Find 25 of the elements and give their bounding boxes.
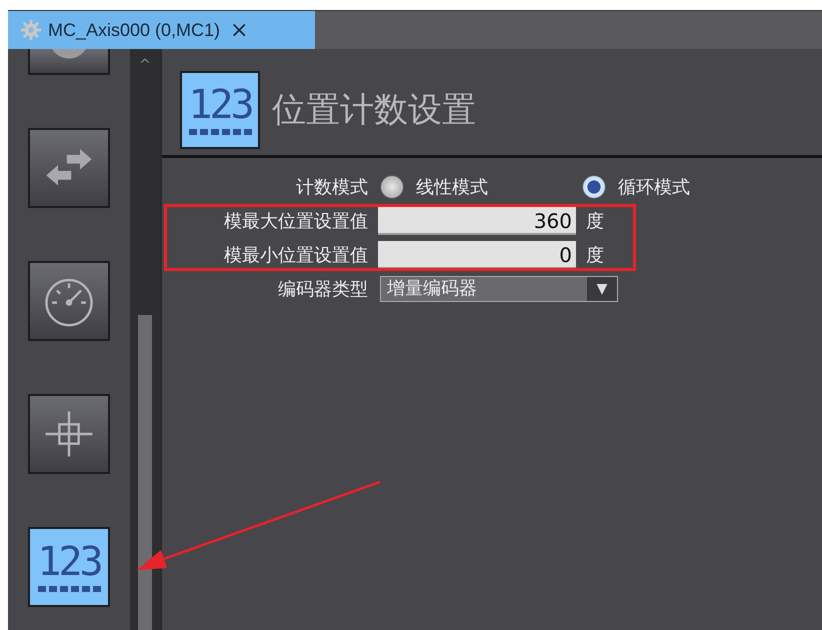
section-title: 位置计数设置 <box>272 89 476 132</box>
crosshair-button[interactable] <box>28 394 110 474</box>
scroll-up-button[interactable]: ^ <box>130 49 160 77</box>
radio-label: 线性模式 <box>416 176 488 199</box>
unit-label: 度 <box>586 244 604 267</box>
counter-button[interactable]: 123 <box>28 527 110 607</box>
number-field[interactable]: 360 <box>378 207 576 235</box>
field-label: 编码器类型 <box>277 278 368 301</box>
number-field[interactable]: 0 <box>378 241 576 269</box>
field-label: 模最小位置设置值 <box>223 244 368 267</box>
arrows-button[interactable] <box>28 128 110 208</box>
gear-icon <box>20 19 42 41</box>
counter-icon: 123 <box>180 71 260 149</box>
radio-button[interactable] <box>380 175 404 199</box>
close-button[interactable]: × <box>230 18 248 42</box>
encoder-dropdown[interactable]: 增量编码器 ▼ <box>380 276 618 302</box>
field-label: 计数模式 <box>295 176 368 199</box>
radio-button[interactable] <box>582 175 606 199</box>
unit-label: 度 <box>586 210 604 233</box>
field-label: 模最大位置设置值 <box>223 210 368 233</box>
scrollbar-thumb[interactable] <box>138 315 152 630</box>
gauge-button[interactable] <box>28 261 110 341</box>
document-tab[interactable]: MC_Axis000 (0,MC1) × <box>8 11 315 49</box>
partial-button[interactable] <box>28 49 110 75</box>
radio-label: 循环模式 <box>618 176 690 199</box>
